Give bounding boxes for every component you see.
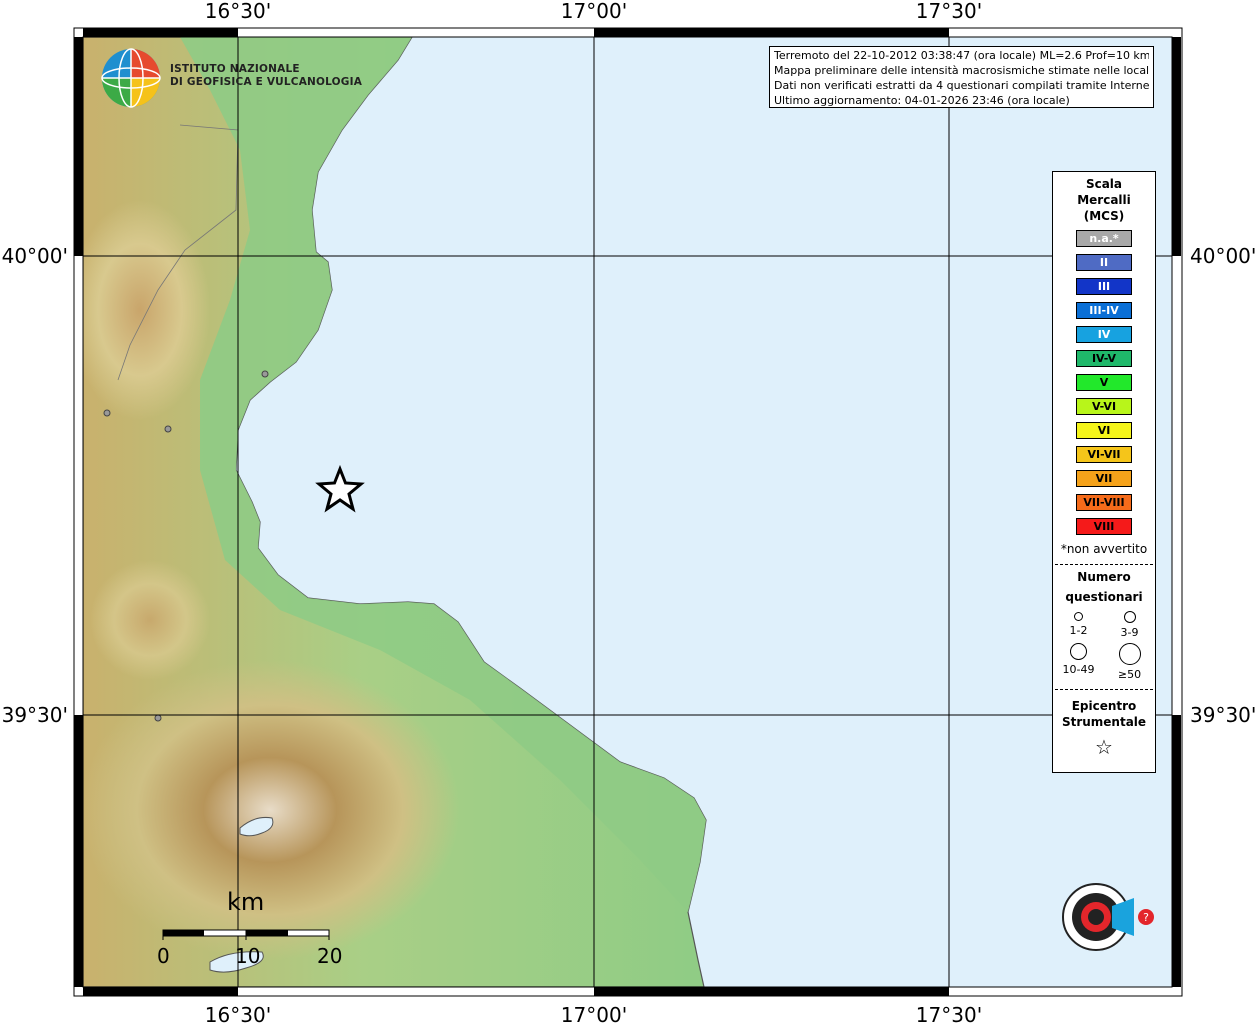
lon-tick-bottom-3: 17°30' — [916, 1003, 982, 1024]
intensity-swatch: VIII — [1076, 518, 1132, 535]
event-info-box: Terremoto del 22-10-2012 03:38:47 (ora l… — [769, 46, 1154, 108]
epicenter-title-line-1: Epicentro — [1071, 699, 1137, 713]
intensity-swatch: III-IV — [1076, 302, 1132, 319]
legend-title: Scala Mercalli (MCS) — [1053, 176, 1155, 224]
relief-west — [90, 560, 210, 680]
questionnaire-class-4: ≥50 — [1104, 643, 1155, 681]
questionnaires-title-line-2: questionari — [1065, 590, 1143, 604]
scale-label-0: 0 — [157, 944, 170, 968]
ingv-logo-line-1: ISTITUTO NAZIONALE — [170, 63, 300, 75]
questionnaire-class-1: 1-2 — [1053, 611, 1104, 639]
intensity-swatch: V-VI — [1076, 398, 1132, 415]
scale-label-20: 20 — [317, 944, 343, 968]
questionnaire-class-2: 3-9 — [1104, 611, 1155, 639]
intensity-swatch: III — [1076, 278, 1132, 295]
intensity-swatches: n.a.* II III III-IV IV IV-V V V-VI VI VI-VII VII VI… — [1053, 230, 1155, 535]
intensity-swatch: VII-VIII — [1076, 494, 1132, 511]
legend-separator — [1055, 564, 1153, 565]
legend-title-line-2: Mercalli — [1077, 193, 1131, 207]
lon-tick-top-1: 16°30' — [205, 0, 271, 23]
intensity-swatch: IV-V — [1076, 350, 1132, 367]
locality-point — [261, 370, 269, 378]
lat-tick-right-1: 40°00' — [1190, 244, 1256, 268]
event-info-line-4: Ultimo aggiornamento: 04-01-2026 23:46 (… — [774, 94, 1070, 107]
locality-point — [164, 425, 172, 433]
ingv-logo-line-2: DI GEOFISICA E VULCANOLOGIA — [170, 76, 363, 88]
intensity-swatch: IV — [1076, 326, 1132, 343]
questionnaires-title-line-1: Numero — [1077, 570, 1131, 584]
questionnaire-class-label: 10-49 — [1062, 663, 1095, 676]
intensity-swatch: VI-VII — [1076, 446, 1132, 463]
scale-unit-label: km — [227, 888, 265, 916]
legend-panel: Scala Mercalli (MCS) n.a.* II III III-IV IV I… — [1052, 171, 1156, 773]
lat-tick-left-2: 39°30' — [2, 703, 68, 727]
lon-tick-top-3: 17°30' — [916, 0, 982, 23]
intensity-swatch: VI — [1076, 422, 1132, 439]
event-info-line-1: Terremoto del 22-10-2012 03:38:47 (ora l… — [774, 49, 1149, 62]
ingv-logo-text: ISTITUTO NAZIONALE DI GEOFISICA E VULCAN… — [170, 63, 362, 89]
lon-tick-top-2: 17°00' — [561, 0, 627, 23]
lat-tick-right-2: 39°30' — [1190, 703, 1256, 727]
questionnaire-class-3: 10-49 — [1053, 643, 1104, 681]
ingv-logo-icon — [101, 48, 161, 108]
legend-title-line-1: Scala — [1085, 177, 1123, 191]
questionnaire-class-label: 3-9 — [1120, 626, 1139, 639]
intensity-swatch: n.a.* — [1076, 230, 1132, 247]
lon-tick-bottom-1: 16°30' — [205, 1003, 271, 1024]
event-info-line-3: Dati non verificati estratti da 4 questi… — [774, 79, 1149, 92]
small-circle-icon — [1074, 612, 1083, 621]
legend-title-line-3: (MCS) — [1083, 209, 1125, 223]
epicenter-title-line-2: Strumentale — [1061, 715, 1147, 729]
lat-tick-left-1: 40°00' — [2, 244, 68, 268]
locality-point — [103, 409, 111, 417]
legend-separator — [1055, 689, 1153, 690]
intensity-swatch: V — [1076, 374, 1132, 391]
questionnaire-classes: 1-2 3-9 10-49 ≥50 — [1053, 611, 1155, 681]
intensity-swatch: VII — [1076, 470, 1132, 487]
lon-tick-bottom-2: 17°00' — [561, 1003, 627, 1024]
large-circle-icon — [1070, 643, 1087, 660]
questionnaire-class-label: 1-2 — [1069, 624, 1088, 637]
questionnaire-class-label: ≥50 — [1117, 668, 1142, 681]
scale-label-10: 10 — [235, 944, 261, 968]
svg-text:?: ? — [1143, 911, 1149, 924]
event-info-line-2: Mappa preliminare delle intensità macros… — [774, 64, 1149, 77]
relief-north — [83, 200, 210, 420]
intensity-swatch: II — [1076, 254, 1132, 271]
relief-sila — [83, 660, 460, 960]
not-felt-note: *non avvertito — [1060, 542, 1148, 556]
medium-circle-icon — [1123, 611, 1136, 623]
questionnaires-title: Numero questionari — [1053, 567, 1155, 607]
epicenter-star-icon: ☆ — [1095, 735, 1113, 759]
xlarge-circle-icon — [1118, 643, 1141, 665]
locality-point — [154, 714, 162, 722]
epicenter-title: Epicentro Strumentale — [1053, 698, 1155, 730]
